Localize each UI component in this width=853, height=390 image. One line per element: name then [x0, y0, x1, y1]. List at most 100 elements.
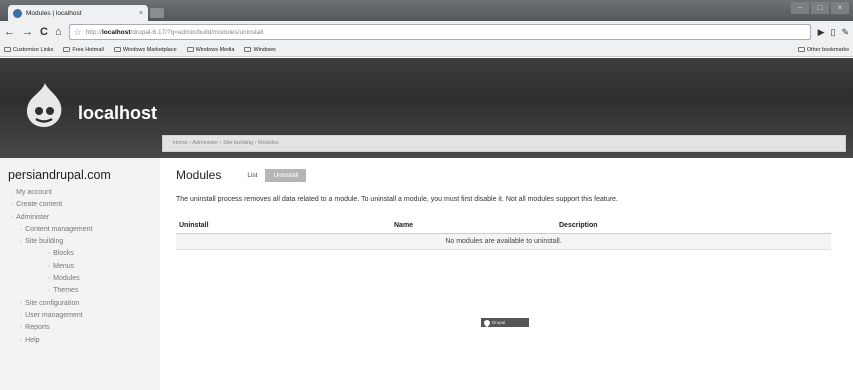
- title-row: Modules List Uninstall: [176, 168, 832, 182]
- forward-button[interactable]: →: [22, 26, 33, 38]
- bookmark-label: Free Hotmail: [72, 46, 104, 53]
- bullet-icon: ▫: [11, 202, 14, 209]
- menu-blocks[interactable]: ▫ Blocks: [8, 248, 160, 260]
- close-window-button[interactable]: ×: [831, 2, 849, 14]
- menu-modules[interactable]: ▫ Modules: [8, 273, 160, 285]
- sidebar-site-title: persiandrupal.com: [8, 168, 111, 182]
- window-controls: – □ ×: [791, 2, 849, 14]
- menu-label: My account: [16, 189, 52, 196]
- powered-by-label: Drupal: [492, 320, 506, 325]
- bullet-icon: ▫: [20, 239, 23, 246]
- bullet-icon: ▫: [20, 300, 23, 307]
- main-area: Home › Administer › Site building › Modu…: [160, 135, 853, 390]
- uninstall-table: Uninstall Name Description No modules ar…: [176, 218, 831, 250]
- menu-administer[interactable]: ▫ Administer: [8, 212, 160, 224]
- bullet-icon: ▫: [11, 214, 14, 221]
- menu-label: Administer: [16, 213, 50, 221]
- url-host: localhost: [101, 28, 131, 36]
- bookmark-label: Windows: [253, 46, 276, 53]
- browser-tabstrip: Modules | localhost × – □ ×: [0, 0, 853, 21]
- bullet-icon: ▫: [20, 337, 23, 344]
- menu-label: Content management: [25, 225, 93, 233]
- menu-site-building[interactable]: ▫ Site building: [8, 236, 160, 248]
- tab-uninstall[interactable]: Uninstall: [265, 168, 307, 182]
- tab-list[interactable]: List: [243, 170, 261, 181]
- address-bar[interactable]: ☆ http://localhost/drupal-6.17/?q=admin/…: [68, 24, 811, 40]
- bookmark-label: Windows Marketplace: [122, 46, 177, 53]
- home-button[interactable]: ⌂: [55, 26, 62, 38]
- bookmarks-bar: Customize Links Free Hotmail Windows Mar…: [0, 43, 853, 57]
- maximize-button[interactable]: □: [811, 2, 829, 14]
- tab-title: Modules | localhost: [26, 9, 82, 17]
- column-description: Description: [556, 218, 831, 234]
- other-bookmarks[interactable]: Other bookmarks: [797, 47, 849, 53]
- bookmark-windows-media[interactable]: Windows Media: [186, 46, 235, 53]
- empty-message: No modules are available to uninstall.: [176, 233, 831, 250]
- column-name: Name: [391, 218, 556, 234]
- menu-menus[interactable]: ▫ Menus: [8, 261, 160, 273]
- back-button[interactable]: ←: [4, 26, 15, 38]
- drupal-drop-icon: [482, 318, 492, 327]
- page-icon: [186, 47, 194, 52]
- menu-label: Blocks: [53, 250, 74, 258]
- bookmark-free-hotmail[interactable]: Free Hotmail: [63, 46, 104, 53]
- bullet-icon: ▫: [11, 190, 14, 196]
- bookmark-label: Customize Links: [13, 46, 54, 53]
- bullet-icon: ▫: [20, 312, 23, 319]
- url-protocol: http://: [85, 28, 102, 36]
- bookmark-windows-marketplace[interactable]: Windows Marketplace: [113, 46, 177, 53]
- page-icon: [244, 47, 252, 52]
- intro-text: The uninstall process removes all data r…: [176, 196, 618, 203]
- page-icon: [113, 47, 121, 52]
- minimize-button[interactable]: –: [791, 2, 809, 14]
- wrench-menu-icon[interactable]: ✎: [841, 27, 849, 38]
- content-panel: Modules List Uninstall The uninstall pro…: [162, 158, 846, 390]
- browser-toolbar: ← → C ⌂ ☆ http://localhost/drupal-6.17/?…: [0, 21, 853, 43]
- bullet-icon: ▫: [48, 263, 51, 270]
- folder-icon: [797, 47, 805, 52]
- column-uninstall: Uninstall: [176, 218, 391, 234]
- url-path: /drupal-6.17/?q=admin/build/modules/unin…: [130, 28, 264, 36]
- drupal-favicon-icon: [13, 8, 22, 18]
- menu-label: Modules: [53, 275, 80, 283]
- page-menu-icon[interactable]: ▶: [818, 27, 825, 38]
- page-icon: [4, 47, 11, 52]
- page-tabs: List Uninstall: [243, 168, 307, 182]
- menu-label: Site building: [25, 238, 64, 246]
- bullet-icon: ▫: [48, 276, 51, 283]
- page-icon: [63, 47, 71, 52]
- browser-tab[interactable]: Modules | localhost ×: [8, 5, 148, 21]
- bookmark-customize-links[interactable]: Customize Links: [4, 47, 53, 53]
- menu-create-content[interactable]: ▫ Create content: [8, 199, 160, 211]
- menu-themes[interactable]: ▫ Themes: [8, 285, 160, 297]
- bullet-icon: ▫: [48, 288, 51, 295]
- menu-label: Reports: [25, 324, 50, 332]
- menu-label: Themes: [53, 287, 79, 295]
- menu-label: Create content: [16, 201, 63, 209]
- menu-content-management[interactable]: ▫ Content management: [8, 224, 160, 236]
- menu-user-management[interactable]: ▫ User management: [8, 310, 160, 322]
- menu-label: User management: [25, 311, 83, 319]
- tools-menu-icon[interactable]: ▯: [831, 27, 836, 38]
- menu-label: Menus: [53, 262, 75, 270]
- menu-label: Help: [25, 336, 40, 344]
- bookmark-windows[interactable]: Windows: [244, 46, 276, 53]
- menu-site-configuration[interactable]: ▫ Site configuration: [8, 298, 160, 310]
- new-tab-button[interactable]: [150, 8, 164, 18]
- table-row: No modules are available to uninstall.: [176, 233, 831, 250]
- tab-close-icon[interactable]: ×: [139, 10, 143, 17]
- page-title: Modules: [176, 168, 222, 182]
- menu-my-account[interactable]: ▫ My account: [8, 187, 160, 199]
- bullet-icon: ▫: [20, 325, 23, 332]
- breadcrumb[interactable]: Home › Administer › Site building › Modu…: [162, 135, 846, 152]
- reload-button[interactable]: C: [40, 26, 48, 38]
- browser-menus: ▶ ▯ ✎: [818, 27, 849, 38]
- bookmark-label: Windows Media: [195, 46, 235, 53]
- menu-help[interactable]: ▫ Help: [8, 335, 160, 347]
- bookmark-star-icon[interactable]: ☆: [74, 27, 82, 38]
- site-name[interactable]: localhost: [78, 103, 157, 124]
- menu-reports[interactable]: ▫ Reports: [8, 322, 160, 334]
- drupal-logo-icon[interactable]: [23, 81, 65, 129]
- bullet-icon: ▫: [20, 226, 23, 233]
- powered-by-drupal-badge[interactable]: Drupal: [481, 318, 529, 327]
